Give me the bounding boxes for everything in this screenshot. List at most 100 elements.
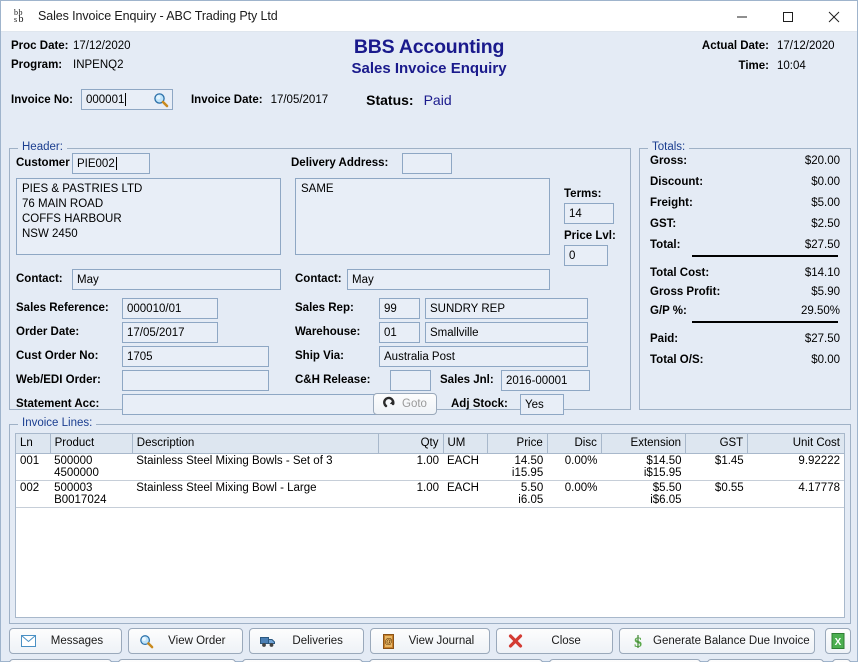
- envelope-icon: [20, 633, 36, 649]
- extension-incl-value: i$15.95: [605, 467, 681, 479]
- col-price[interactable]: Price: [487, 434, 547, 453]
- terms-input[interactable]: 14: [564, 203, 614, 224]
- col-extension[interactable]: Extension: [601, 434, 685, 453]
- invoice-lines-table: Ln Product Description Qty UM Price Disc…: [16, 434, 844, 508]
- maximize-icon[interactable]: [765, 1, 811, 32]
- total-label: Total:: [650, 239, 680, 251]
- invoice-lines-table-container[interactable]: Ln Product Description Qty UM Price Disc…: [15, 433, 845, 618]
- bbs-logo-icon: b b s b: [12, 7, 30, 25]
- delivery-address-code-input[interactable]: [402, 153, 452, 174]
- warehouse-name-input[interactable]: Smallville: [425, 322, 588, 343]
- adj-stock-input[interactable]: Yes: [520, 394, 564, 415]
- excel-export-button[interactable]: X: [825, 628, 851, 654]
- order-date-label: Order Date:: [16, 326, 79, 338]
- time-label: Time:: [739, 60, 769, 72]
- gst-label: GST:: [650, 218, 676, 230]
- cust-order-no-value: 1705: [127, 351, 153, 363]
- contact-input[interactable]: May: [72, 269, 281, 290]
- cell-extension: $5.50 i$6.05: [601, 480, 685, 507]
- totals-divider-2: [692, 321, 838, 323]
- close-button[interactable]: Close: [496, 628, 613, 654]
- extension-value: $5.50: [653, 482, 682, 494]
- generate-balance-due-invoice-button[interactable]: S Generate Balance Due Invoice: [619, 628, 815, 654]
- order-date-value: 17/05/2017: [127, 327, 185, 339]
- customer-code-input[interactable]: PIE002: [72, 153, 150, 174]
- invoice-lines-caption: Invoice Lines:: [18, 417, 96, 429]
- sales-reference-input[interactable]: 000010/01: [122, 298, 218, 319]
- product-code: 500003: [54, 482, 92, 494]
- col-um[interactable]: UM: [443, 434, 487, 453]
- ship-via-label: Ship Via:: [295, 350, 344, 362]
- price-lvl-input[interactable]: 0: [564, 245, 608, 266]
- statement-acc-label: Statement Acc:: [16, 398, 99, 410]
- total-os-label: Total O/S:: [650, 354, 703, 366]
- text-caret: [125, 93, 126, 106]
- paid-value: $27.50: [805, 333, 840, 345]
- sales-jnl-label: Sales Jnl:: [440, 374, 494, 386]
- gp-percent-value: 29.50%: [801, 305, 840, 317]
- col-product[interactable]: Product: [50, 434, 132, 453]
- deliveries-button[interactable]: Deliveries: [249, 628, 364, 654]
- statement-acc-input[interactable]: [122, 394, 380, 415]
- totals-row: Freight: $5.00: [640, 197, 850, 209]
- ship-via-input[interactable]: Australia Post: [379, 346, 588, 367]
- product-sub-code: 4500000: [54, 467, 128, 479]
- view-journal-button[interactable]: @ View Journal: [370, 628, 491, 654]
- messages-button-label: Messages: [43, 635, 111, 647]
- price-value: 14.50: [514, 455, 543, 467]
- warehouse-code-input[interactable]: 01: [379, 322, 420, 343]
- sales-jnl-input[interactable]: 2016-00001: [501, 370, 590, 391]
- totals-section-3: Paid: $27.50 Total O/S: $0.00: [640, 327, 850, 366]
- proc-date-label: Proc Date:: [11, 40, 73, 52]
- messages-button[interactable]: Messages: [9, 628, 122, 654]
- col-gst[interactable]: GST: [686, 434, 748, 453]
- col-ln[interactable]: Ln: [16, 434, 50, 453]
- cell-qty: 1.00: [379, 480, 443, 507]
- cell-price: 5.50 i6.05: [487, 480, 547, 507]
- totals-divider-1: [692, 255, 838, 257]
- totals-section-2: Total Cost: $14.10 Gross Profit: $5.90 G…: [640, 261, 850, 317]
- goto-button-label: Goto: [402, 398, 427, 410]
- totals-row: G/P %: 29.50%: [640, 305, 850, 317]
- cust-order-no-label: Cust Order No:: [16, 350, 98, 362]
- header-group: Header: Customer PIE002 PIES & PASTRIES …: [9, 148, 631, 410]
- table-row[interactable]: 002 500003 B0017024 Stainless Steel Mixi…: [16, 480, 844, 507]
- price-lvl-value: 0: [569, 250, 575, 262]
- cust-order-no-input[interactable]: 1705: [122, 346, 269, 367]
- col-description[interactable]: Description: [132, 434, 379, 453]
- col-unit-cost[interactable]: Unit Cost: [748, 434, 844, 453]
- sales-rep-code-input[interactable]: 99: [379, 298, 420, 319]
- delivery-contact-input[interactable]: May: [347, 269, 550, 290]
- view-order-button[interactable]: View Order: [128, 628, 243, 654]
- cell-ln: 002: [16, 480, 50, 507]
- search-icon[interactable]: [153, 92, 169, 108]
- program-label: Program:: [11, 59, 73, 71]
- close-button-label: Close: [530, 635, 602, 647]
- close-icon[interactable]: [811, 1, 857, 32]
- actual-date-value: 17/12/2020: [777, 40, 843, 52]
- text-caret: [116, 157, 117, 170]
- minimize-icon[interactable]: [719, 1, 765, 32]
- title-bar: b b s b Sales Invoice Enquiry - ABC Trad…: [1, 1, 857, 32]
- col-disc[interactable]: Disc: [547, 434, 601, 453]
- invoice-no-value: 000001: [86, 94, 124, 106]
- invoice-no-input[interactable]: 000001: [81, 89, 173, 110]
- sales-rep-code-value: 99: [384, 303, 397, 315]
- cell-ln: 001: [16, 453, 50, 480]
- application-window: b b s b Sales Invoice Enquiry - ABC Trad…: [0, 0, 858, 662]
- discount-value: $0.00: [811, 176, 840, 188]
- table-row[interactable]: 001 500000 4500000 Stainless Steel Mixin…: [16, 453, 844, 480]
- ch-release-input[interactable]: [390, 370, 431, 391]
- sales-rep-name-input[interactable]: SUNDRY REP: [425, 298, 588, 319]
- freight-value: $5.00: [811, 197, 840, 209]
- table-header-row: Ln Product Description Qty UM Price Disc…: [16, 434, 844, 453]
- invoice-no-label: Invoice No:: [11, 94, 73, 106]
- order-date-input[interactable]: 17/05/2017: [122, 322, 218, 343]
- price-lvl-label: Price Lvl:: [564, 230, 616, 242]
- top-right-block: Actual Date: 17/12/2020 Time: 10:04: [702, 40, 843, 80]
- goto-button[interactable]: Goto: [373, 393, 437, 415]
- contact-label: Contact:: [16, 273, 63, 285]
- paid-label: Paid:: [650, 333, 678, 345]
- web-edi-order-input[interactable]: [122, 370, 269, 391]
- col-qty[interactable]: Qty: [379, 434, 443, 453]
